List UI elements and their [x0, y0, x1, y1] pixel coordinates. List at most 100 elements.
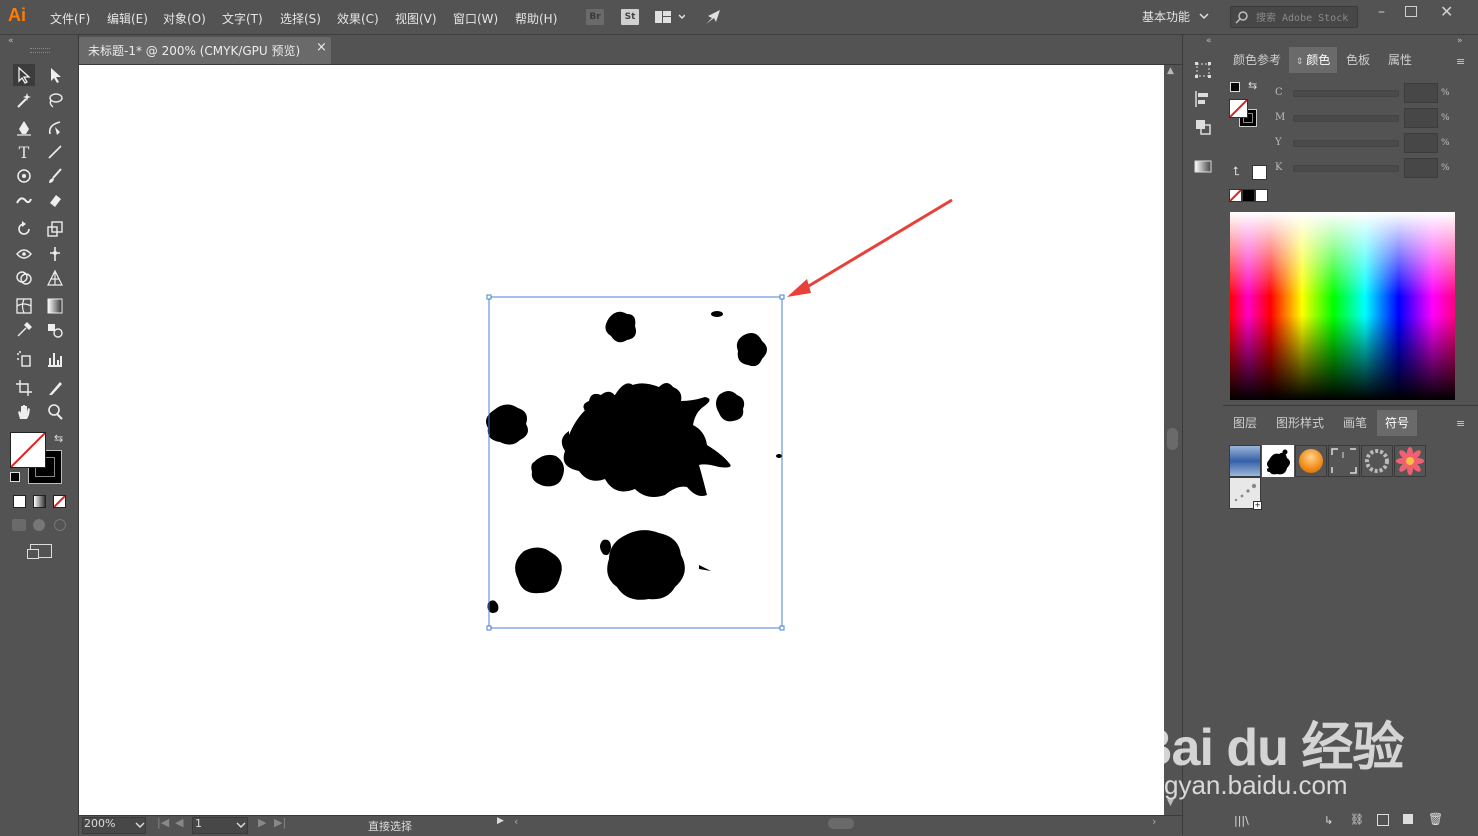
- black-value-field[interactable]: [1404, 158, 1438, 178]
- menu-select[interactable]: 选择(S): [280, 10, 321, 27]
- rotate-tool-icon[interactable]: [13, 218, 35, 240]
- gpu-performance-icon[interactable]: [704, 8, 722, 29]
- arrange-documents-icon[interactable]: [655, 10, 686, 27]
- bridge-icon[interactable]: Br: [586, 9, 604, 25]
- symbol-corner-marks[interactable]: [1328, 445, 1360, 477]
- column-graph-tool-icon[interactable]: [44, 348, 66, 370]
- magenta-slider[interactable]: [1293, 115, 1399, 122]
- symbol-options-icon[interactable]: [1377, 814, 1389, 826]
- none-mode-icon[interactable]: [53, 495, 66, 508]
- blob-brush-tool-icon[interactable]: [13, 189, 35, 211]
- artboard-tool-icon[interactable]: [13, 377, 35, 399]
- trash-icon[interactable]: 🗑: [1428, 812, 1443, 826]
- cyan-value-field[interactable]: [1404, 83, 1438, 103]
- place-symbol-instance-icon[interactable]: ↳: [1324, 814, 1333, 827]
- default-colors-icon[interactable]: [1230, 82, 1240, 92]
- pathfinder-panel-icon[interactable]: [1194, 118, 1212, 139]
- symbol-ink-splatter[interactable]: [1262, 445, 1294, 477]
- stock-icon[interactable]: St: [621, 9, 639, 25]
- tab-symbols[interactable]: 符号: [1377, 410, 1417, 436]
- tab-color[interactable]: ⇕ 颜色: [1289, 47, 1337, 73]
- transform-panel-icon[interactable]: [1194, 61, 1212, 82]
- swap-colors-icon[interactable]: ⇆: [1248, 79, 1257, 92]
- draw-behind-icon[interactable]: [33, 519, 45, 531]
- menu-edit[interactable]: 编辑(E): [107, 10, 148, 27]
- workspace-switcher[interactable]: 基本功能: [1142, 8, 1190, 25]
- white-color-swatch[interactable]: [1255, 189, 1268, 202]
- magenta-value-field[interactable]: [1404, 108, 1438, 128]
- scroll-up-icon[interactable]: ▲: [1167, 66, 1174, 76]
- tab-color-guide[interactable]: 颜色参考: [1227, 47, 1287, 73]
- shape-builder-tool-icon[interactable]: [13, 267, 35, 289]
- gradient-tool-icon[interactable]: [44, 295, 66, 317]
- swap-fill-stroke-icon[interactable]: ⇆: [54, 432, 63, 445]
- break-link-icon[interactable]: ⛓: [1350, 813, 1364, 826]
- symbol-orange-button[interactable]: [1295, 445, 1327, 477]
- chevron-down-icon[interactable]: [1198, 10, 1210, 25]
- collapse-dock-icon[interactable]: »: [1457, 36, 1463, 46]
- shaper-tool-icon[interactable]: [13, 165, 35, 187]
- gradient-panel-icon[interactable]: [1194, 159, 1212, 178]
- selection-tool-icon[interactable]: [13, 64, 35, 86]
- curvature-tool-icon[interactable]: [44, 117, 66, 139]
- menu-effect[interactable]: 效果(C): [337, 10, 379, 27]
- next-artboard-icon[interactable]: ▶: [258, 816, 266, 829]
- lasso-tool-icon[interactable]: [44, 89, 66, 111]
- status-menu-icon[interactable]: ▶: [497, 816, 504, 826]
- menu-view[interactable]: 视图(V): [395, 10, 437, 27]
- symbol-blue-banner[interactable]: [1229, 445, 1261, 477]
- scale-tool-icon[interactable]: [44, 218, 66, 240]
- close-button[interactable]: ✕: [1440, 2, 1453, 21]
- black-slider[interactable]: [1293, 165, 1399, 172]
- panel-menu-icon[interactable]: ≡: [1456, 55, 1465, 68]
- document-tab-close-button[interactable]: ×: [316, 40, 327, 55]
- hand-tool-icon[interactable]: [13, 401, 35, 423]
- chevron-down-icon[interactable]: [236, 819, 246, 833]
- symbol-sprayer-tool-icon[interactable]: [13, 348, 35, 370]
- tab-properties[interactable]: 属性: [1380, 47, 1420, 73]
- toolbar-grip[interactable]: [30, 48, 50, 53]
- black-color-swatch[interactable]: [1242, 189, 1255, 202]
- first-artboard-icon[interactable]: |◀: [157, 816, 169, 829]
- last-artboard-icon[interactable]: ▶|: [274, 816, 286, 829]
- tab-swatches[interactable]: 色板: [1340, 47, 1376, 73]
- align-panel-icon[interactable]: [1194, 90, 1212, 111]
- maximize-button[interactable]: [1405, 6, 1417, 17]
- tab-graphic-styles[interactable]: 图形样式: [1268, 410, 1332, 436]
- puppet-warp-tool-icon[interactable]: [44, 243, 66, 265]
- symbol-libraries-icon[interactable]: |||\: [1234, 814, 1249, 827]
- paintbrush-tool-icon[interactable]: [44, 165, 66, 187]
- symbol-gear-ring[interactable]: [1361, 445, 1393, 477]
- pen-tool-icon[interactable]: [13, 117, 35, 139]
- mesh-tool-icon[interactable]: [13, 295, 35, 317]
- scroll-right-icon[interactable]: ›: [1152, 815, 1156, 828]
- menu-type[interactable]: 文字(T): [222, 10, 263, 27]
- perspective-grid-tool-icon[interactable]: [44, 267, 66, 289]
- last-color-swatch[interactable]: [1252, 165, 1267, 180]
- panel-menu-icon[interactable]: ≡: [1456, 417, 1465, 430]
- width-tool-icon[interactable]: [13, 243, 35, 265]
- line-segment-tool-icon[interactable]: [44, 141, 66, 163]
- horizontal-scroll-thumb[interactable]: [828, 818, 854, 829]
- eraser-tool-icon[interactable]: [44, 189, 66, 211]
- collapse-toolbar-icon[interactable]: «: [8, 36, 14, 46]
- minimize-button[interactable]: –: [1378, 4, 1385, 20]
- tab-brushes[interactable]: 画笔: [1336, 410, 1374, 436]
- cyan-slider[interactable]: [1293, 90, 1399, 97]
- slice-tool-icon[interactable]: [44, 377, 66, 399]
- out-of-gamut-icon[interactable]: ⮤: [1233, 164, 1240, 179]
- direct-selection-tool-icon[interactable]: [44, 64, 66, 86]
- yellow-slider[interactable]: [1293, 140, 1399, 147]
- type-tool-icon[interactable]: T: [13, 141, 35, 163]
- tab-layers[interactable]: 图层: [1227, 410, 1263, 436]
- fill-color-swatch[interactable]: [1229, 99, 1248, 118]
- zoom-tool-icon[interactable]: [44, 401, 66, 423]
- screen-mode-icon[interactable]: [27, 544, 52, 559]
- yellow-value-field[interactable]: [1404, 133, 1438, 153]
- magic-wand-tool-icon[interactable]: [13, 89, 35, 111]
- draw-inside-icon[interactable]: [54, 519, 66, 531]
- menu-window[interactable]: 窗口(W): [453, 10, 498, 27]
- scroll-left-icon[interactable]: ‹: [514, 815, 518, 828]
- draw-normal-icon[interactable]: [12, 519, 26, 531]
- previous-artboard-icon[interactable]: ◀: [175, 816, 183, 829]
